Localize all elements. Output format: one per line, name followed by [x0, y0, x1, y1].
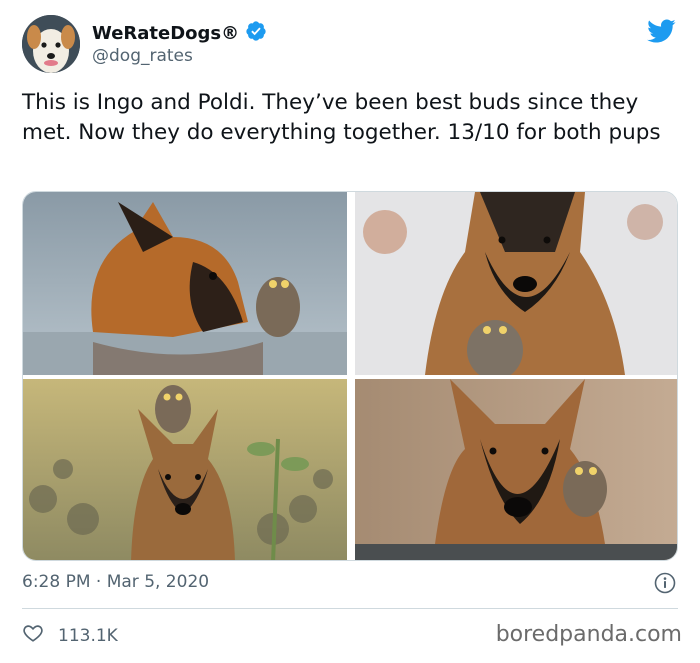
dog-with-owl-on-table-photo[interactable] — [23, 192, 347, 375]
info-icon[interactable] — [654, 572, 676, 594]
dog-with-owl-in-snow-photo[interactable] — [355, 192, 677, 375]
author-handle[interactable]: @dog_rates — [92, 46, 193, 66]
photo-grid — [22, 191, 678, 561]
tweet-text: This is Ingo and Poldi. They’ve been bes… — [22, 90, 661, 145]
twitter-bird-icon[interactable] — [644, 16, 678, 46]
avatar[interactable] — [22, 15, 80, 73]
heart-icon[interactable] — [22, 622, 44, 649]
author-name-row[interactable]: WeRateDogs® — [92, 20, 267, 46]
verified-badge-icon — [245, 20, 267, 46]
like-action[interactable]: 113.1K — [22, 622, 118, 649]
watermark: boredpanda.com — [495, 622, 682, 647]
owl-on-dog-head-in-field-photo[interactable] — [23, 379, 347, 560]
tweet-timestamp[interactable]: 6:28 PM · Mar 5, 2020 — [22, 572, 209, 592]
display-name[interactable]: WeRateDogs® — [92, 23, 239, 44]
dog-with-owl-on-shoulder-photo[interactable] — [355, 379, 677, 560]
divider — [22, 608, 678, 609]
like-count: 113.1K — [58, 625, 118, 646]
